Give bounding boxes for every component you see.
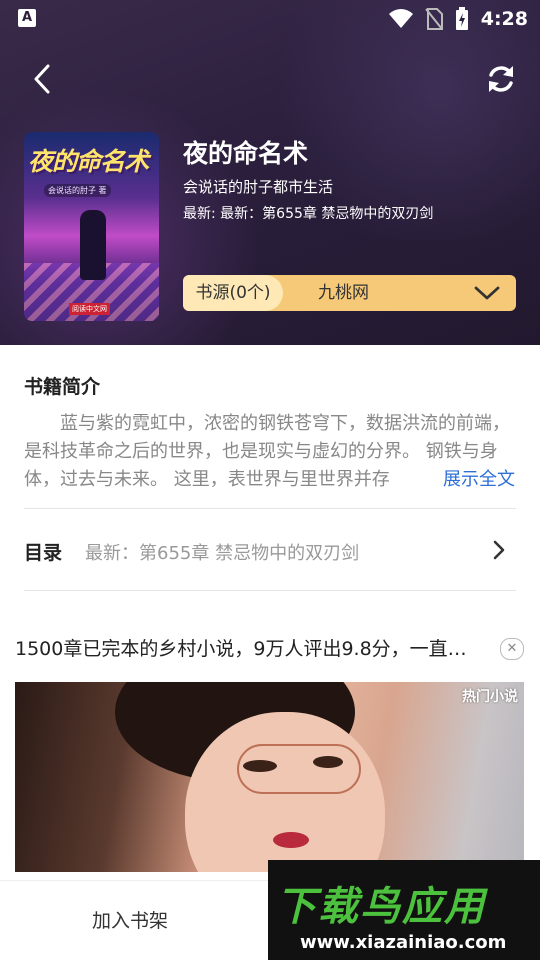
cover-publisher: 阅读中文网 xyxy=(69,303,110,315)
chevron-down-icon[interactable] xyxy=(474,281,500,305)
book-cover[interactable]: 夜的命名术 会说话的肘子 著 阅读中文网 xyxy=(24,132,159,321)
wifi-icon xyxy=(388,9,413,28)
battery-charging-icon xyxy=(455,7,468,30)
divider xyxy=(24,508,516,509)
ad-glasses xyxy=(237,744,361,794)
watermark-url: www.xiazainiao.com xyxy=(300,932,507,953)
intro-heading: 书籍简介 xyxy=(24,376,101,398)
ad-lips xyxy=(273,832,309,848)
source-name[interactable]: 九桃网 xyxy=(318,275,369,311)
book-header: A 4:28 夜的命名术 会说话的肘子 著 阅读中文网 夜的命名术 会说话的肘子… xyxy=(0,0,540,345)
source-count-label[interactable]: 书源(0个) xyxy=(183,275,283,311)
clock: 4:28 xyxy=(480,8,528,30)
book-latest-chapter: 最新: 最新：第655章 禁忌物中的双刃剑 xyxy=(183,206,434,222)
back-arrow-icon[interactable] xyxy=(28,62,60,96)
book-title: 夜的命名术 xyxy=(183,139,309,168)
chevron-right-icon xyxy=(493,540,505,560)
ad-close-button[interactable]: ✕ xyxy=(500,638,524,660)
toc-label: 目录 xyxy=(24,542,63,564)
ad-title[interactable]: 1500章已完本的乡村小说，9万人评出9.8分，一直… xyxy=(15,634,467,661)
source-selector[interactable]: 书源(0个) 九桃网 xyxy=(183,275,516,311)
ad-image[interactable]: 热门小说 xyxy=(15,682,524,872)
status-icons: 4:28 xyxy=(388,6,528,32)
watermark-logo: 下载鸟应用 www.xiazainiao.com xyxy=(268,860,540,960)
add-to-shelf-button[interactable]: 加入书架 xyxy=(0,881,260,961)
no-sim-icon xyxy=(424,8,443,30)
show-all-link[interactable]: 展示全文 xyxy=(441,466,515,494)
status-bar: A 4:28 xyxy=(0,0,540,38)
cover-figure xyxy=(80,210,106,280)
refresh-icon[interactable] xyxy=(484,62,518,96)
ad-tag: 热门小说 xyxy=(462,689,518,705)
divider xyxy=(24,590,516,591)
table-of-contents-row[interactable]: 目录 最新：第655章 禁忌物中的双刃剑 xyxy=(0,510,540,590)
cover-author: 会说话的肘子 著 xyxy=(44,184,111,197)
book-author-category: 会说话的肘子都市生活 xyxy=(183,178,334,196)
toc-latest-chapter: 最新：第655章 禁忌物中的双刃剑 xyxy=(85,543,360,564)
cover-title: 夜的命名术 xyxy=(28,147,149,176)
watermark-brand: 下载鸟应用 xyxy=(276,884,486,930)
app-notification-icon: A xyxy=(18,9,36,27)
